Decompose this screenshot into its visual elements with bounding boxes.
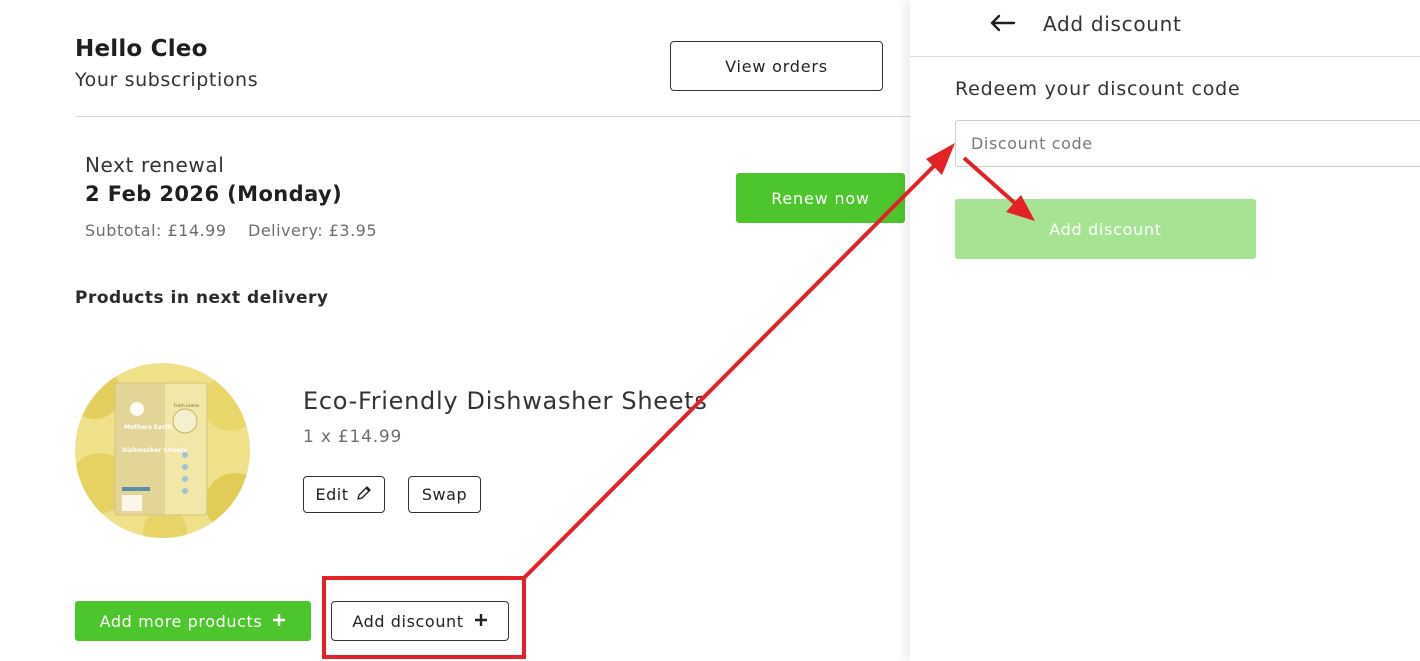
redeem-label: Redeem your discount code: [955, 78, 1241, 100]
delivery-text: Delivery: £3.95: [248, 221, 378, 240]
product-scent-text: Fresh Lemon: [174, 403, 200, 408]
next-renewal-date: 2 Feb 2026 (Monday): [85, 182, 343, 206]
add-discount-panel: Add discount Redeem your discount code A…: [910, 0, 1420, 661]
swap-product-button[interactable]: Swap: [408, 476, 481, 513]
add-more-label: Add more products: [99, 611, 263, 631]
panel-divider: [910, 56, 1420, 57]
view-orders-button[interactable]: View orders: [670, 41, 883, 91]
product-type-text: Dishwasher Sheets: [122, 447, 187, 454]
pencil-icon: [356, 485, 372, 505]
edit-label: Edit: [315, 485, 349, 504]
subscriptions-page: Hello Cleo Your subscriptions View order…: [0, 0, 910, 661]
product-image: Mothers Earth Dishwasher Sheets Fresh Le…: [75, 363, 250, 538]
edit-product-button[interactable]: Edit: [303, 476, 385, 513]
greeting-heading: Hello Cleo: [75, 36, 208, 62]
plus-icon: [272, 612, 286, 631]
product-quantity-price: 1 x £14.99: [303, 427, 403, 447]
header-divider: [75, 116, 910, 117]
page-subtitle: Your subscriptions: [75, 69, 259, 91]
arrow-left-icon[interactable]: [988, 10, 1016, 43]
submit-discount-button[interactable]: Add discount: [955, 199, 1256, 259]
product-name: Eco-Friendly Dishwasher Sheets: [303, 387, 708, 415]
product-brand-text: Mothers Earth: [124, 424, 172, 431]
renew-now-button[interactable]: Renew now: [736, 173, 905, 223]
annotation-highlight-box: [322, 576, 526, 659]
add-more-products-button[interactable]: Add more products: [75, 601, 311, 641]
panel-title: Add discount: [1043, 12, 1182, 36]
discount-code-input[interactable]: [955, 120, 1420, 167]
subtotal-text: Subtotal: £14.99: [85, 221, 227, 240]
products-heading: Products in next delivery: [75, 288, 329, 308]
next-renewal-label: Next renewal: [85, 153, 225, 177]
